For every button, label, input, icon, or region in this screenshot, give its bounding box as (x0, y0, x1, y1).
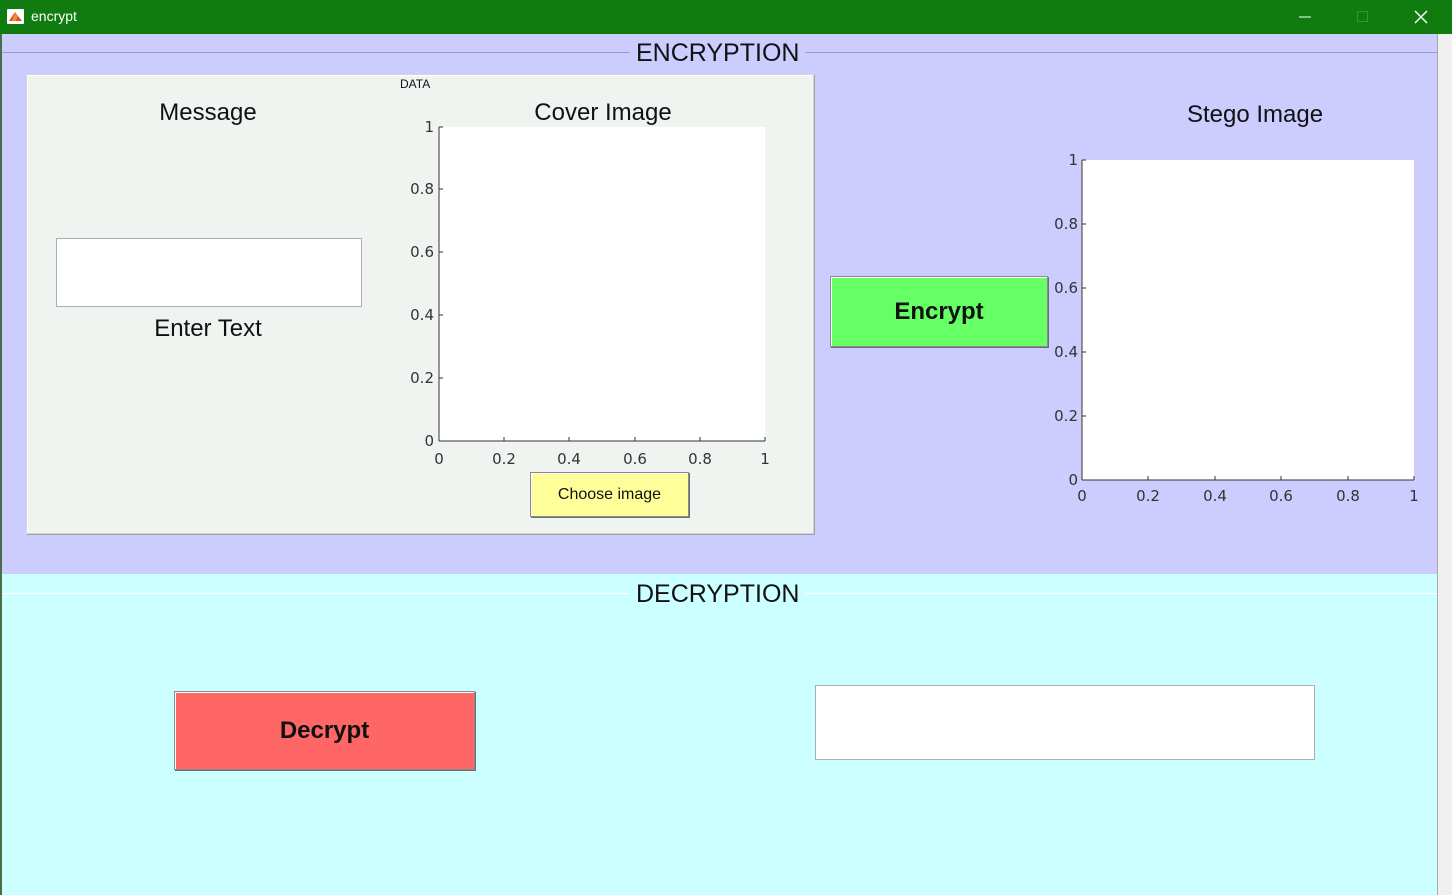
cover-image-plot-area (439, 127, 765, 441)
cover-y-tick-4: 0.8 (410, 180, 434, 198)
stego-y-tick-2: 0.4 (1054, 343, 1078, 361)
stego-x-tick-1: 0.2 (1136, 487, 1160, 505)
cover-x-tick-3: 0.6 (623, 450, 647, 468)
stego-x-tick-4: 0.8 (1336, 487, 1360, 505)
cover-y-tick-2: 0.4 (410, 306, 434, 324)
window-right-frame (1438, 34, 1452, 895)
cover-x-tick-2: 0.4 (557, 450, 581, 468)
stego-x-tick-0: 0 (1077, 487, 1087, 505)
cover-y-tick-1: 0.2 (410, 369, 434, 387)
decrypted-text-output[interactable] (815, 685, 1315, 760)
decrypt-button[interactable]: Decrypt (174, 691, 475, 770)
decryption-panel: DECRYPTION Decrypt (2, 574, 1438, 895)
cover-x-tick-1: 0.2 (492, 450, 516, 468)
stego-image-axes: 0 0.2 0.4 0.6 0.8 1 0 0.2 0.4 0.6 0.8 1 (1054, 151, 1419, 505)
cover-image-y-ticks: 0 0.2 0.4 0.6 0.8 1 (410, 118, 443, 450)
minimize-icon[interactable] (1276, 0, 1334, 34)
decryption-panel-title: DECRYPTION (630, 580, 806, 609)
choose-image-button[interactable]: Choose image (530, 472, 689, 517)
stego-x-tick-5: 1 (1409, 487, 1419, 505)
cover-x-tick-4: 0.8 (688, 450, 712, 468)
stego-y-tick-4: 0.8 (1054, 215, 1078, 233)
message-heading: Message (159, 99, 257, 126)
matlab-app-icon (7, 9, 24, 24)
encryption-panel-title: ENCRYPTION (630, 39, 806, 68)
window-title: encrypt (31, 8, 77, 24)
message-input[interactable] (56, 238, 362, 307)
stego-x-tick-2: 0.4 (1203, 487, 1227, 505)
cover-image-x-ticks: 0 0.2 0.4 0.6 0.8 1 (434, 437, 770, 468)
encryption-panel: ENCRYPTION DATA Message Enter Text Cover… (2, 34, 1438, 574)
stego-image-y-ticks: 0 0.2 0.4 0.6 0.8 1 (1054, 151, 1086, 489)
stego-image-title: Stego Image (1186, 101, 1324, 128)
cover-y-tick-3: 0.6 (410, 243, 434, 261)
stego-x-tick-3: 0.6 (1269, 487, 1293, 505)
close-icon[interactable] (1392, 0, 1450, 34)
stego-y-tick-5: 1 (1068, 151, 1078, 169)
stego-y-tick-3: 0.6 (1054, 279, 1078, 297)
cover-y-tick-5: 1 (424, 118, 434, 136)
cover-x-tick-5: 1 (760, 450, 770, 468)
data-group-label: DATA (398, 77, 433, 91)
stego-image-plot-area (1082, 160, 1414, 480)
cover-x-tick-0: 0 (434, 450, 444, 468)
cover-y-tick-0: 0 (424, 432, 434, 450)
window-title-bar: encrypt (0, 0, 1452, 34)
cover-image-axes: 0 0.2 0.4 0.6 0.8 1 0 0.2 0.4 0.6 0.8 1 (410, 118, 770, 468)
stego-y-tick-1: 0.2 (1054, 407, 1078, 425)
maximize-icon[interactable] (1334, 0, 1392, 34)
enter-text-label: Enter Text (154, 315, 262, 342)
encrypt-button[interactable]: Encrypt (830, 276, 1048, 347)
